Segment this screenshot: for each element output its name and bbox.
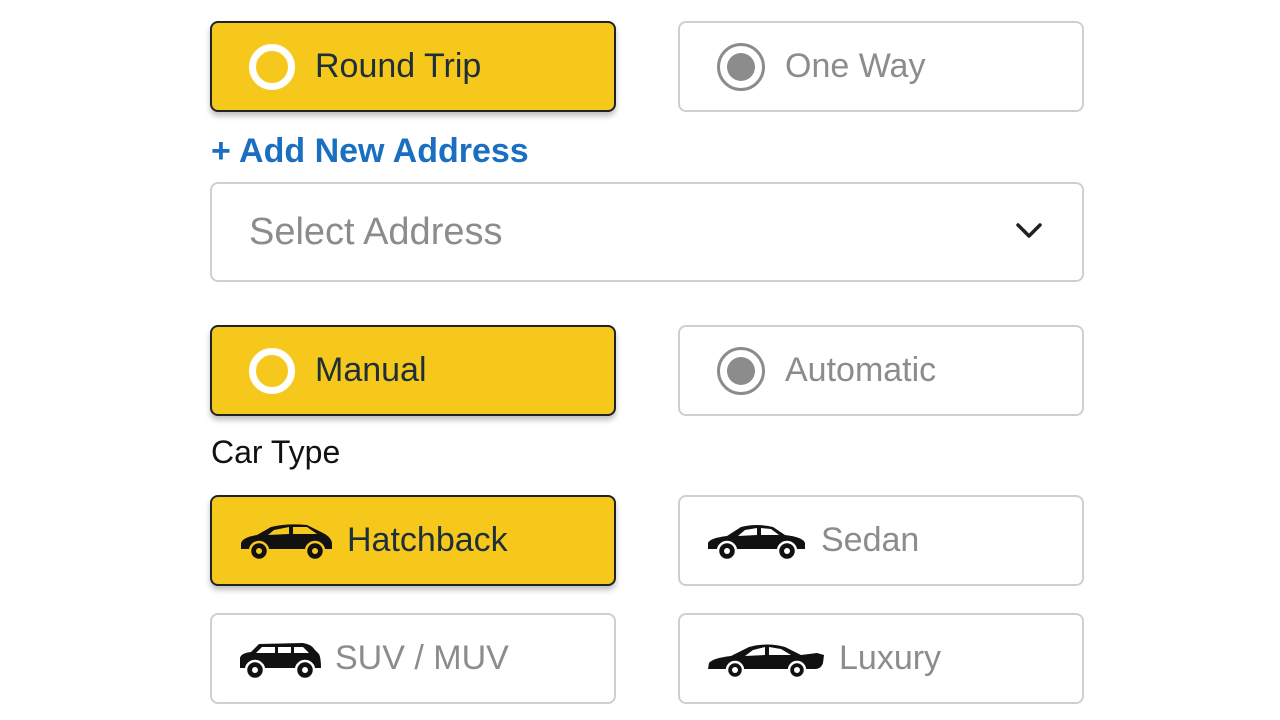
- select-address-placeholder: Select Address: [249, 210, 503, 253]
- car-type-heading: Car Type: [211, 434, 341, 470]
- one-way-label: One Way: [785, 47, 926, 85]
- suv-muv-option[interactable]: SUV / MUV: [210, 613, 616, 704]
- round-trip-option[interactable]: Round Trip: [210, 21, 616, 112]
- select-address-dropdown[interactable]: Select Address: [210, 182, 1084, 282]
- sedan-option[interactable]: Sedan: [678, 495, 1084, 586]
- booking-form: Round Trip One Way + Add New Address Sel…: [0, 0, 1280, 720]
- radio-unselected-icon: [717, 346, 765, 395]
- luxury-label: Luxury: [839, 639, 942, 677]
- automatic-option[interactable]: Automatic: [678, 325, 1084, 416]
- round-trip-label: Round Trip: [315, 47, 482, 85]
- radio-unselected-icon: [717, 42, 765, 91]
- automatic-label: Automatic: [785, 351, 937, 389]
- radio-selected-icon: [249, 347, 295, 394]
- hatchback-option[interactable]: Hatchback: [210, 495, 616, 586]
- suv-muv-label: SUV / MUV: [335, 639, 509, 677]
- manual-option[interactable]: Manual: [210, 325, 616, 416]
- luxury-option[interactable]: Luxury: [678, 613, 1084, 704]
- suv-car-icon: [240, 642, 321, 680]
- chevron-down-icon: [1016, 223, 1042, 238]
- sedan-car-icon: [708, 524, 805, 561]
- radio-selected-icon: [249, 43, 295, 90]
- luxury-car-icon: [708, 644, 824, 679]
- hatchback-label: Hatchback: [347, 521, 508, 559]
- add-new-address-link[interactable]: + Add New Address: [211, 132, 529, 171]
- sedan-label: Sedan: [821, 521, 920, 559]
- manual-label: Manual: [315, 351, 427, 389]
- hatchback-car-icon: [241, 523, 332, 561]
- one-way-option[interactable]: One Way: [678, 21, 1084, 112]
